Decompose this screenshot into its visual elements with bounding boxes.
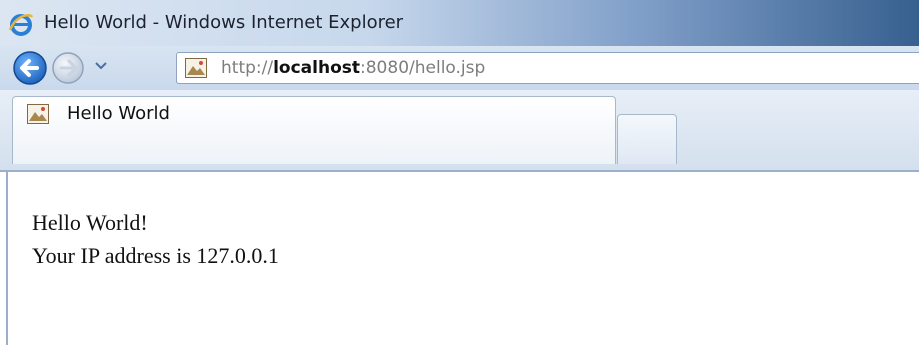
tab-label: Hello World <box>67 103 170 124</box>
content-frame-border <box>6 172 8 345</box>
navigation-bar: http://localhost:8080/hello.jsp <box>0 46 919 90</box>
page-favicon-icon <box>27 104 49 124</box>
back-button[interactable] <box>12 50 48 86</box>
url-text: http://localhost:8080/hello.jsp <box>221 58 485 78</box>
title-bar: Hello World - Windows Internet Explorer <box>0 0 919 46</box>
url-host: localhost <box>273 58 361 78</box>
ie-logo-icon <box>8 13 34 36</box>
url-path: :8080/hello.jsp <box>360 58 486 78</box>
hello-text: Hello World! <box>32 210 148 235</box>
browser-window: Hello World - Windows Internet Explorer <box>0 0 919 345</box>
page-favicon-icon <box>185 58 207 78</box>
forward-button[interactable] <box>50 50 86 86</box>
new-tab-button[interactable] <box>617 114 677 164</box>
page-content: Hello World! Your IP address is 127.0.0.… <box>0 172 919 345</box>
tab-hello-world[interactable]: Hello World <box>12 96 616 164</box>
ip-address-text: Your IP address is 127.0.0.1 <box>32 243 279 268</box>
address-bar[interactable]: http://localhost:8080/hello.jsp <box>176 52 919 84</box>
tab-bar: Hello World <box>0 90 919 172</box>
chevron-down-icon[interactable] <box>93 58 109 74</box>
url-prefix: http:// <box>221 58 274 78</box>
window-title: Hello World - Windows Internet Explorer <box>44 12 404 33</box>
